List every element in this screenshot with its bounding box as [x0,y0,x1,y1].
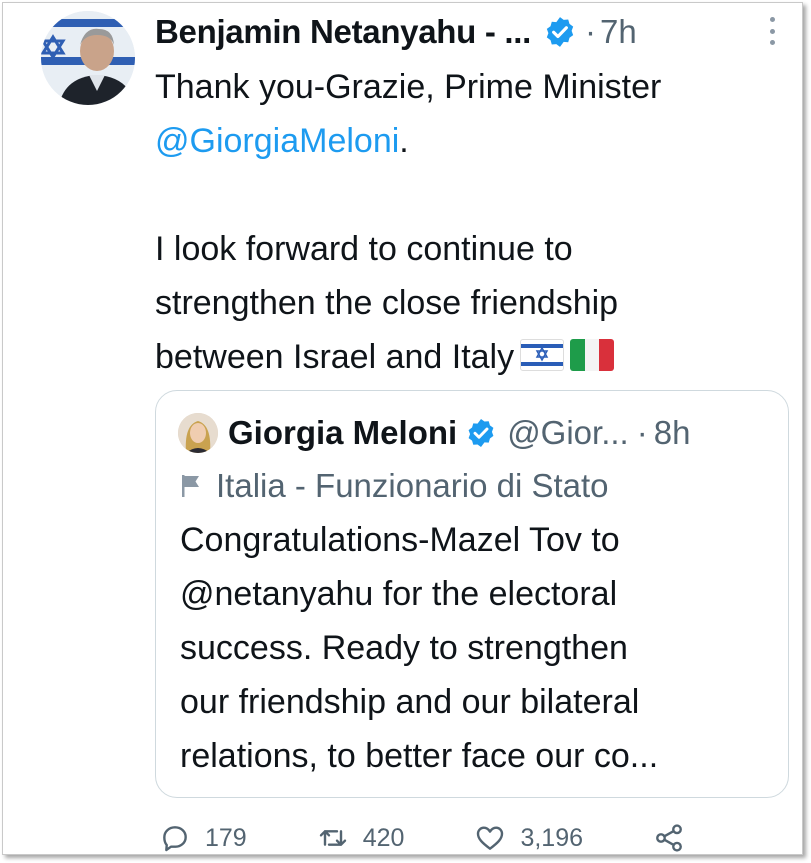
reply-button[interactable]: 179 [159,822,247,854]
quoted-author-name: Giorgia Meloni [228,414,458,451]
header-separator: · [585,13,597,50]
author-name[interactable]: Benjamin Netanyahu - ... [155,13,531,51]
quoted-text-line: relations, to better face our co... [180,737,659,775]
quoted-text: Congratulations-Mazel Tov to @netanyahu … [180,513,780,783]
tweet-text-line: Thank you-Grazie, Prime Minister [155,68,662,106]
quoted-text-line: @netanyahu for the electoral [180,575,618,613]
more-icon[interactable] [765,17,779,45]
government-label: Italia - Funzionario di Stato [180,463,609,509]
quoted-header: Giorgia Meloni @Gior... · 8h [178,411,690,455]
share-icon [656,824,682,852]
tweet-text-line: @GiorgiaMeloni. [155,114,785,168]
tweet-text-line: strengthen the close friendship [155,284,619,322]
quoted-tweet[interactable]: Giorgia Meloni @Gior... · 8h Italia - Fu… [155,390,789,798]
quoted-text-line: Congratulations-Mazel Tov to [180,521,620,559]
like-count: 3,196 [520,823,583,852]
flag-label-icon [182,475,199,497]
mention-suffix: . [399,122,409,160]
tweet-text-line [155,168,785,222]
mention-link[interactable]: @GiorgiaMeloni [155,122,399,160]
tweet-timestamp[interactable]: 7h [600,13,637,51]
government-label-text: Italia - Funzionario di Stato [216,467,609,504]
quoted-text-line: our friendship and our bilateral [180,683,640,721]
quoted-separator: · [636,414,648,451]
tweet-header: Benjamin Netanyahu - ... · 7h [155,9,637,55]
quoted-handle: @Gior... [507,414,629,451]
quoted-text-line: success. Ready to strengthen [180,629,628,667]
author-avatar[interactable] [41,11,135,105]
tweet-text-line: between Israel and Italy [155,330,785,384]
reply-count: 179 [205,823,247,852]
author-avatar-image [41,11,135,105]
retweet-icon [319,830,346,846]
share-button[interactable] [653,822,699,854]
like-icon [477,826,504,850]
italy-flag-emoji [570,339,615,371]
tweet-text: Thank you-Grazie, Prime Minister @Giorgi… [155,60,785,384]
israel-flag-emoji [520,339,565,371]
verified-badge-icon [468,419,494,447]
retweet-count: 420 [362,823,405,852]
tweet-card: Benjamin Netanyahu - ... · 7h Thank you-… [2,2,803,855]
retweet-button[interactable]: 420 [317,822,405,854]
tweet-actions: 179 420 3,196 [159,818,699,858]
reply-icon [163,826,187,852]
tweet-text-last: between Israel and Italy [155,338,515,376]
quoted-timestamp: 8h [653,414,691,451]
quoted-avatar [178,413,218,453]
verified-badge-icon [546,17,574,47]
like-button[interactable]: 3,196 [474,822,583,854]
tweet-text-line: I look forward to continue to [155,230,573,268]
